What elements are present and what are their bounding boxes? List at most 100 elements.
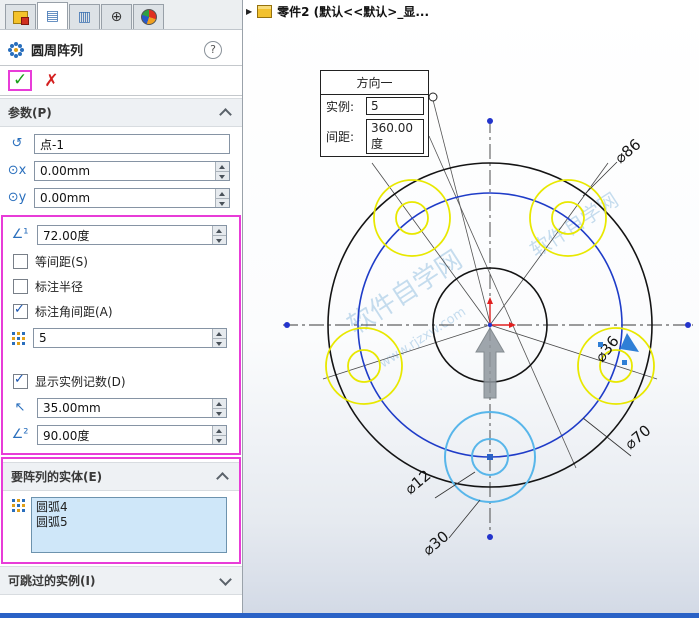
direction-arrow[interactable] — [475, 327, 505, 399]
chevron-up-icon — [219, 107, 232, 121]
parameters-highlight-box: ∠¹ 等间距(S) 标注半径 标注角间距(A) — [1, 215, 241, 455]
dimension-36[interactable]: ⌀36 — [591, 332, 622, 365]
spin-down-button[interactable] — [213, 435, 226, 444]
spin-down-button[interactable] — [216, 198, 229, 207]
circular-pattern-icon — [8, 42, 24, 58]
center-x-input[interactable] — [34, 161, 230, 181]
spinner — [212, 226, 226, 244]
property-manager-icon: ▤ — [45, 8, 60, 24]
sketch-canvas[interactable]: 软件自学网 www.rjzxw.com 软件自学网 ⌀86 ⌀36 ⌀70 ⌀1… — [243, 0, 699, 613]
dimension-leader — [582, 161, 618, 197]
spin-up-button[interactable] — [213, 226, 226, 236]
entities-to-pattern-icon — [10, 497, 26, 513]
angle-spacing-row: ∠¹ — [10, 225, 227, 245]
tab-property-manager[interactable]: ▤ — [37, 2, 68, 29]
spin-up-button[interactable] — [213, 426, 226, 436]
callout-instances-value[interactable]: 5 — [366, 97, 424, 115]
spinner — [215, 189, 229, 207]
dimension-30[interactable]: ⌀30 — [419, 527, 452, 559]
pattern-radius-input[interactable] — [37, 398, 227, 418]
checkbox-dimension-angle[interactable]: 标注角间距(A) — [13, 302, 227, 320]
pattern-axis-input[interactable] — [34, 134, 230, 154]
centerline-endpoints — [284, 118, 691, 540]
arc-angle-icon: ∠² — [11, 427, 29, 442]
tab-configurations[interactable]: ▥ — [69, 4, 100, 29]
pattern-axis-row: ↺ — [7, 134, 230, 154]
angle-spacing-input[interactable] — [37, 225, 227, 245]
checkbox-label: 等间距(S) — [35, 255, 88, 269]
checkbox-box — [13, 254, 28, 269]
tab-appearances[interactable] — [133, 4, 164, 29]
solidworks-part-icon — [13, 10, 29, 25]
tab-features[interactable] — [5, 4, 36, 29]
spin-up-button[interactable] — [216, 189, 229, 199]
window-bottom-edge — [0, 613, 699, 618]
ok-button[interactable]: ✓ — [13, 70, 27, 90]
seed-center-point[interactable] — [487, 454, 493, 460]
checkbox-label: 标注角间距(A) — [35, 305, 113, 319]
callout-handle[interactable] — [428, 92, 438, 102]
chevron-down-icon — [219, 573, 232, 586]
property-manager-panel: ▤ ▥ ⊕ 圆周阵列 ? ✓ ✗ 参数(P) ↺ 点-1 ⊙x 0.00mm ⊙… — [0, 0, 243, 613]
instance-count-icon — [10, 330, 26, 346]
spin-up-button[interactable] — [213, 399, 226, 409]
entities-highlight-box: 要阵列的实体(E) 圆弧4 圆弧5 — [1, 457, 241, 564]
direction-callout[interactable]: 方向一 实例: 5 间距: 360.00度 — [320, 70, 429, 157]
center-y-icon: ⊙y — [7, 190, 27, 205]
instance-count-input[interactable] — [33, 328, 227, 348]
checkbox-box — [13, 279, 28, 294]
appearance-ball-icon — [140, 9, 157, 25]
arc-angle-input[interactable] — [37, 425, 227, 445]
breadcrumb-arrow-icon[interactable]: ▶ — [246, 7, 252, 16]
spin-down-button[interactable] — [213, 338, 226, 347]
section-entities-to-pattern[interactable]: 要阵列的实体(E) — [3, 462, 239, 491]
configuration-icon: ▥ — [77, 9, 92, 25]
checkbox-label: 标注半径 — [35, 280, 84, 294]
panel-tabbar: ▤ ▥ ⊕ — [0, 0, 242, 30]
checkbox-dimension-radius[interactable]: 标注半径 — [13, 278, 227, 295]
dimension-12[interactable]: ⌀12 — [401, 466, 434, 498]
spinner — [215, 162, 229, 180]
cancel-button[interactable]: ✗ — [44, 71, 58, 91]
pm-title-row: 圆周阵列 ? — [0, 35, 242, 65]
checkbox-equal-spacing[interactable]: 等间距(S) — [13, 253, 227, 270]
callout-spacing-label: 间距: — [326, 130, 355, 144]
dimension-70[interactable]: ⌀70 — [621, 421, 654, 453]
checkbox-show-instance-count[interactable]: 显示实例记数(D) — [13, 372, 227, 390]
section-parameters[interactable]: 参数(P) — [0, 98, 242, 127]
list-item[interactable]: 圆弧4 — [36, 500, 222, 515]
entities-listbox[interactable]: 圆弧4 圆弧5 — [31, 497, 227, 553]
checkbox-box — [13, 302, 28, 319]
dimxpert-icon: ⊕ — [110, 9, 123, 25]
center-x-row: ⊙x — [7, 161, 230, 181]
spin-down-button[interactable] — [216, 171, 229, 180]
ok-button-highlight: ✓ — [8, 70, 33, 91]
dimension-leader — [448, 499, 481, 539]
list-item[interactable]: 圆弧5 — [36, 515, 222, 530]
callout-title: 方向一 — [321, 71, 428, 95]
help-icon[interactable]: ? — [204, 40, 222, 59]
pattern-radius-icon: ↖ — [14, 400, 26, 415]
part-icon — [257, 5, 273, 18]
circular-pattern-property-manager: 圆周阵列 ? ✓ ✗ 参数(P) ↺ ⊙x — [0, 30, 242, 595]
angle-spacing-icon: ∠¹ — [11, 227, 29, 242]
reverse-direction-icon[interactable]: ↺ — [7, 136, 27, 152]
watermark-text: 软件自学网 — [526, 188, 623, 263]
graphics-viewport[interactable]: ▶ 零件2 (默认<<默认>_显... 软件自学网 www.rjzxw.com … — [243, 0, 699, 613]
callout-leader-line — [432, 99, 491, 324]
callout-instances-label: 实例: — [326, 99, 355, 114]
section-instances-to-skip[interactable]: 可跳过的实例(I) — [0, 566, 242, 595]
pm-buttons-row: ✓ ✗ — [0, 66, 242, 95]
callout-spacing-value[interactable]: 360.00度 — [366, 119, 424, 154]
breadcrumb-text[interactable]: 零件2 (默认<<默认>_显... — [277, 3, 429, 20]
spin-up-button[interactable] — [216, 162, 229, 172]
section-skip-label: 可跳过的实例(I) — [8, 574, 96, 588]
spinner — [212, 399, 226, 417]
spin-down-button[interactable] — [213, 408, 226, 417]
center-y-input[interactable] — [34, 188, 230, 208]
tab-dimxpert[interactable]: ⊕ — [101, 4, 132, 29]
checkbox-box — [13, 372, 28, 389]
spin-down-button[interactable] — [213, 235, 226, 244]
spin-up-button[interactable] — [213, 329, 226, 339]
entities-row: 圆弧4 圆弧5 — [10, 497, 227, 553]
